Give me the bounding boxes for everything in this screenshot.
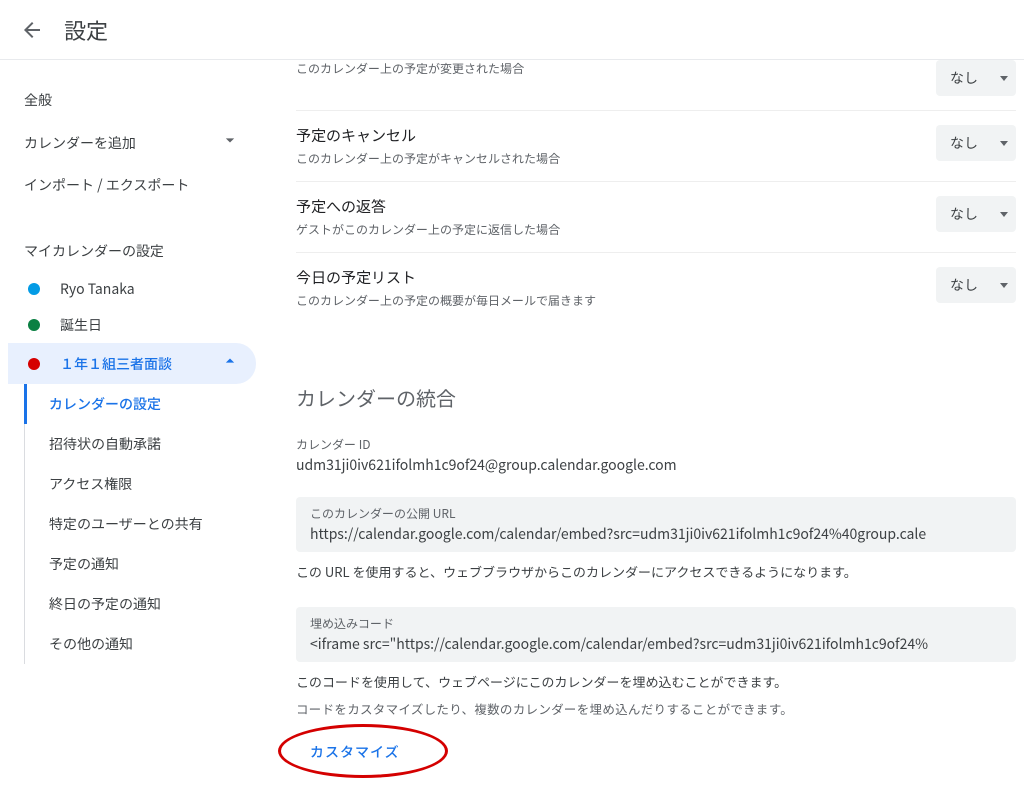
setting-desc: このカレンダー上の予定の概要が毎日メールで届きます [296, 292, 596, 309]
select-response[interactable]: なし [936, 196, 1016, 232]
dropdown-triangle-icon [1000, 76, 1008, 81]
setting-desc: このカレンダー上の予定がキャンセルされた場合 [296, 150, 560, 167]
embed-code-box[interactable]: 埋め込みコード <iframe src="https://calendar.go… [296, 607, 1016, 662]
box-value: https://calendar.google.com/calendar/emb… [310, 524, 1002, 544]
sidebar-item-label: 全般 [24, 90, 52, 110]
sidebar-item-label: カレンダーを追加 [24, 133, 136, 153]
dropdown-triangle-icon [1000, 283, 1008, 288]
select-daily-agenda[interactable]: なし [936, 267, 1016, 303]
embed-subnote: コードをカスタマイズしたり、複数のカレンダーを埋め込んだりすることができます。 [296, 699, 1016, 718]
public-url-note: この URL を使用すると、ウェブブラウザからこのカレンダーにアクセスできるよう… [296, 562, 1016, 581]
setting-row-changed: このカレンダー上の予定が変更された場合 なし [296, 60, 1016, 110]
embed-note: このコードを使用して、ウェブページにこのカレンダーを埋め込むことができます。 [296, 672, 1016, 691]
chevron-down-icon [220, 130, 240, 155]
subnav-share-specific[interactable]: 特定のユーザーとの共有 [25, 504, 256, 544]
sidebar-item-general[interactable]: 全般 [8, 80, 256, 120]
calendar-id-field: カレンダー ID udm31ji0iv621ifolmh1c9of24@grou… [296, 436, 1016, 475]
main-content: このカレンダー上の予定が変更された場合 なし 予定のキャンセル このカレンダー上… [256, 60, 1024, 790]
setting-label: 予定のキャンセル [296, 125, 560, 146]
select-value: なし [950, 133, 978, 153]
setting-desc: このカレンダー上の予定が変更された場合 [296, 60, 524, 77]
calendar-item[interactable]: Ryo Tanaka [8, 271, 256, 307]
select-value: なし [950, 68, 978, 88]
select-value: なし [950, 275, 978, 295]
subnav-other-notifications[interactable]: その他の通知 [25, 624, 256, 664]
setting-row-response: 予定への返答 ゲストがこのカレンダー上の予定に返信した場合 なし [296, 181, 1016, 252]
calendar-label: １年１組三者面談 [60, 354, 172, 374]
select-changed[interactable]: なし [936, 60, 1016, 96]
field-value: udm31ji0iv621ifolmh1c9of24@group.calenda… [296, 455, 1016, 475]
calendar-sub-nav: カレンダーの設定 招待状の自動承諾 アクセス権限 特定のユーザーとの共有 予定の… [24, 384, 256, 664]
calendar-color-dot [28, 358, 40, 370]
dropdown-triangle-icon [1000, 141, 1008, 146]
customize-button[interactable]: カスタマイズ [292, 734, 418, 770]
box-label: 埋め込みコード [310, 615, 1002, 632]
sidebar-section-label: マイカレンダーの設定 [24, 241, 164, 261]
setting-row-daily-agenda: 今日の予定リスト このカレンダー上の予定の概要が毎日メールで届きます なし [296, 252, 1016, 323]
select-value: なし [950, 204, 978, 224]
calendar-item[interactable]: 誕生日 [8, 307, 256, 343]
integration-heading: カレンダーの統合 [296, 383, 1016, 412]
subnav-access[interactable]: アクセス権限 [25, 464, 256, 504]
subnav-event-notifications[interactable]: 予定の通知 [25, 544, 256, 584]
sidebar-item-add-calendar[interactable]: カレンダーを追加 [8, 120, 256, 165]
subnav-auto-accept[interactable]: 招待状の自動承諾 [25, 424, 256, 464]
sidebar-item-import-export[interactable]: インポート / エクスポート [8, 165, 256, 205]
subnav-calendar-settings[interactable]: カレンダーの設定 [24, 384, 256, 424]
sidebar-item-label: インポート / エクスポート [24, 175, 189, 195]
public-url-box[interactable]: このカレンダーの公開 URL https://calendar.google.c… [296, 497, 1016, 552]
calendar-label: Ryo Tanaka [60, 279, 135, 299]
sidebar-section-my-calendars: マイカレンダーの設定 [8, 231, 256, 271]
select-cancel[interactable]: なし [936, 125, 1016, 161]
setting-label: 予定への返答 [296, 196, 560, 217]
chevron-up-icon [220, 351, 240, 376]
box-value: <iframe src="https://calendar.google.com… [310, 634, 1002, 654]
setting-desc: ゲストがこのカレンダー上の予定に返信した場合 [296, 221, 560, 238]
setting-row-cancel: 予定のキャンセル このカレンダー上の予定がキャンセルされた場合 なし [296, 110, 1016, 181]
calendar-label: 誕生日 [60, 315, 102, 335]
calendar-item-active[interactable]: １年１組三者面談 [8, 343, 256, 384]
calendar-color-dot [28, 319, 40, 331]
settings-sidebar: 全般 カレンダーを追加 インポート / エクスポート マイカレンダーの設定 Ry… [0, 60, 256, 790]
back-arrow-icon[interactable] [20, 18, 44, 42]
customize-wrap: カスタマイズ [292, 734, 418, 770]
settings-header: 設定 [0, 0, 1024, 60]
subnav-allday-notifications[interactable]: 終日の予定の通知 [25, 584, 256, 624]
dropdown-triangle-icon [1000, 212, 1008, 217]
box-label: このカレンダーの公開 URL [310, 505, 1002, 522]
page-title: 設定 [64, 14, 108, 46]
setting-label: 今日の予定リスト [296, 267, 596, 288]
calendar-color-dot [28, 283, 40, 295]
field-label: カレンダー ID [296, 436, 1016, 453]
